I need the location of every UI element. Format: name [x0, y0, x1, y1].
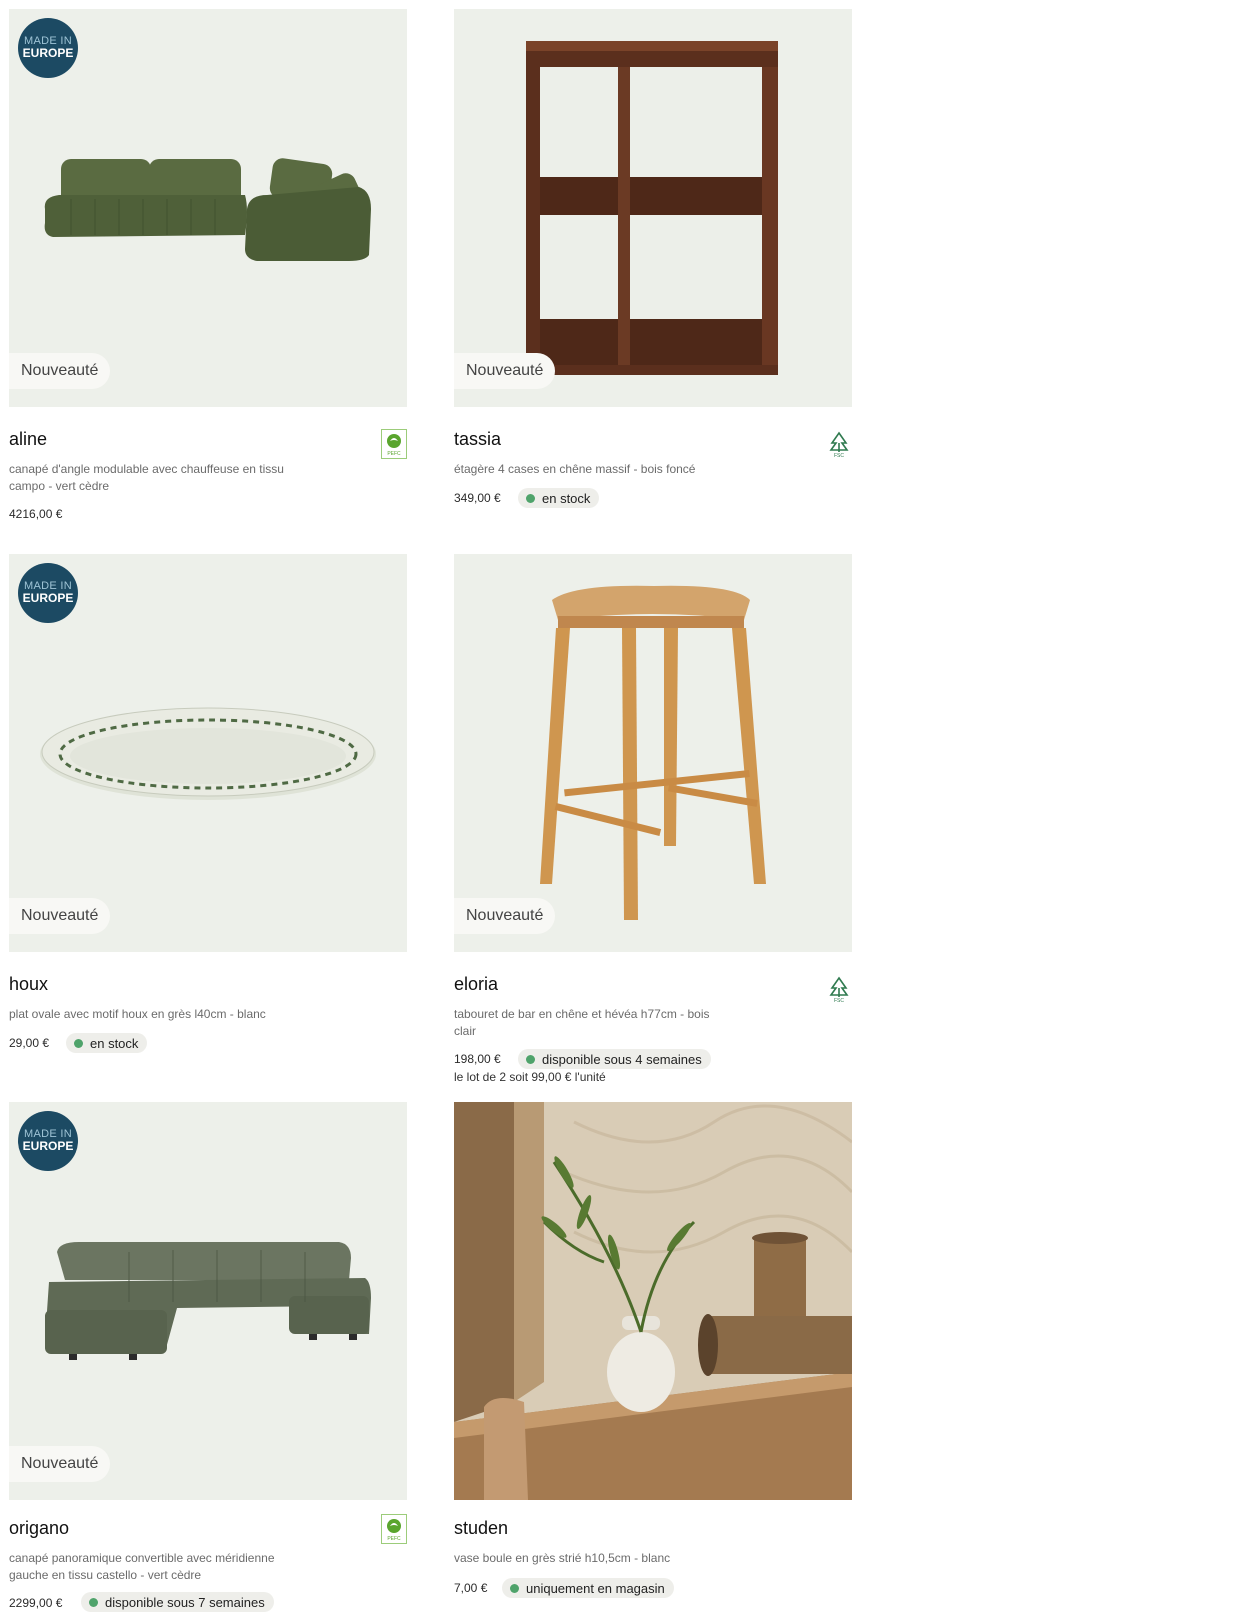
product-image[interactable]: MADE IN EUROPE Nouveauté	[9, 554, 407, 952]
badge-line-2: EUROPE	[22, 591, 74, 606]
stock-label: en stock	[542, 490, 591, 506]
product-description: vase boule en grès strié h10,5cm - blanc	[454, 1551, 671, 1565]
stock-dot-icon	[510, 1583, 519, 1593]
svg-text:PEFC: PEFC	[387, 451, 401, 457]
stool-image	[540, 585, 766, 920]
product-card-studen[interactable]: studen vase boule en grès strié h10,5cm …	[454, 1102, 852, 1598]
product-name[interactable]: tassia	[454, 429, 501, 450]
shelf-image	[526, 41, 778, 375]
svg-text:PEFC: PEFC	[387, 1536, 401, 1542]
product-image[interactable]: MADE IN EUROPE Nouveauté	[9, 9, 407, 407]
product-name[interactable]: origano	[9, 1518, 69, 1539]
svg-text:FSC: FSC	[834, 998, 844, 1004]
stock-dot-icon	[526, 493, 535, 503]
pefc-icon: PEFC	[381, 429, 407, 459]
product-name[interactable]: eloria	[454, 974, 498, 995]
stock-dot-icon	[89, 1597, 98, 1607]
product-price: 349,00 €	[454, 491, 501, 505]
product-card-tassia[interactable]: Nouveauté tassia FSC étagère 4 cases en …	[454, 9, 852, 508]
svg-text:FSC: FSC	[834, 453, 844, 459]
stock-status: uniquement en magasin	[502, 1578, 674, 1598]
product-card-aline[interactable]: MADE IN EUROPE Nouveauté aline PEFC cana…	[9, 9, 407, 521]
stock-dot-icon	[526, 1054, 535, 1064]
product-price: 198,00 €	[454, 1052, 501, 1066]
fsc-icon: FSC	[826, 974, 852, 1004]
stock-status: en stock	[66, 1033, 148, 1053]
made-in-europe-badge: MADE IN EUROPE	[18, 563, 78, 623]
product-description: canapé d'angle modulable avec chauffeuse…	[9, 462, 284, 493]
pefc-icon: PEFC	[381, 1514, 407, 1544]
badge-line-2: EUROPE	[22, 1139, 74, 1154]
product-card-origano[interactable]: MADE IN EUROPE Nouveauté origano PEFC ca…	[9, 1102, 407, 1612]
product-name[interactable]: houx	[9, 974, 48, 995]
product-image[interactable]: MADE IN EUROPE Nouveauté	[9, 1102, 407, 1500]
stock-status: disponible sous 4 semaines	[518, 1049, 711, 1069]
badge-line-2: EUROPE	[22, 46, 74, 61]
stock-status: en stock	[518, 488, 600, 508]
product-price: 7,00 €	[454, 1581, 488, 1595]
product-name[interactable]: studen	[454, 1518, 508, 1539]
stock-dot-icon	[74, 1038, 83, 1048]
product-price: 4216,00 €	[9, 507, 63, 521]
new-badge: Nouveauté	[454, 898, 556, 934]
made-in-europe-badge: MADE IN EUROPE	[18, 18, 78, 78]
stock-label: disponible sous 7 semaines	[105, 1594, 265, 1610]
product-image[interactable]: Nouveauté	[454, 554, 852, 952]
stock-label: uniquement en magasin	[526, 1580, 665, 1596]
stock-status: disponible sous 7 semaines	[81, 1592, 274, 1612]
product-card-eloria[interactable]: Nouveauté eloria FSC tabouret de bar en …	[454, 554, 852, 1084]
new-badge: Nouveauté	[9, 1446, 111, 1482]
product-name[interactable]: aline	[9, 429, 47, 450]
stock-label: en stock	[90, 1035, 139, 1051]
product-description: étagère 4 cases en chêne massif - bois f…	[454, 462, 696, 476]
lot-price-note: le lot de 2 soit 99,00 € l'unité	[454, 1070, 606, 1084]
new-badge: Nouveauté	[9, 353, 111, 389]
new-badge: Nouveauté	[454, 353, 556, 389]
stock-label: disponible sous 4 semaines	[542, 1051, 702, 1067]
made-in-europe-badge: MADE IN EUROPE	[18, 1111, 78, 1171]
product-image[interactable]	[454, 1102, 852, 1500]
product-card-houx[interactable]: MADE IN EUROPE Nouveauté houx plat ovale…	[9, 554, 407, 1053]
product-description: tabouret de bar en chêne et hévéa h77cm …	[454, 1007, 710, 1038]
vase-image	[454, 1102, 852, 1500]
product-description: plat ovale avec motif houx en grès l40cm…	[9, 1007, 266, 1021]
new-badge: Nouveauté	[9, 898, 111, 934]
product-description: canapé panoramique convertible avec méri…	[9, 1551, 275, 1582]
product-price: 29,00 €	[9, 1036, 50, 1050]
fsc-icon: FSC	[826, 429, 852, 459]
product-image[interactable]: Nouveauté	[454, 9, 852, 407]
